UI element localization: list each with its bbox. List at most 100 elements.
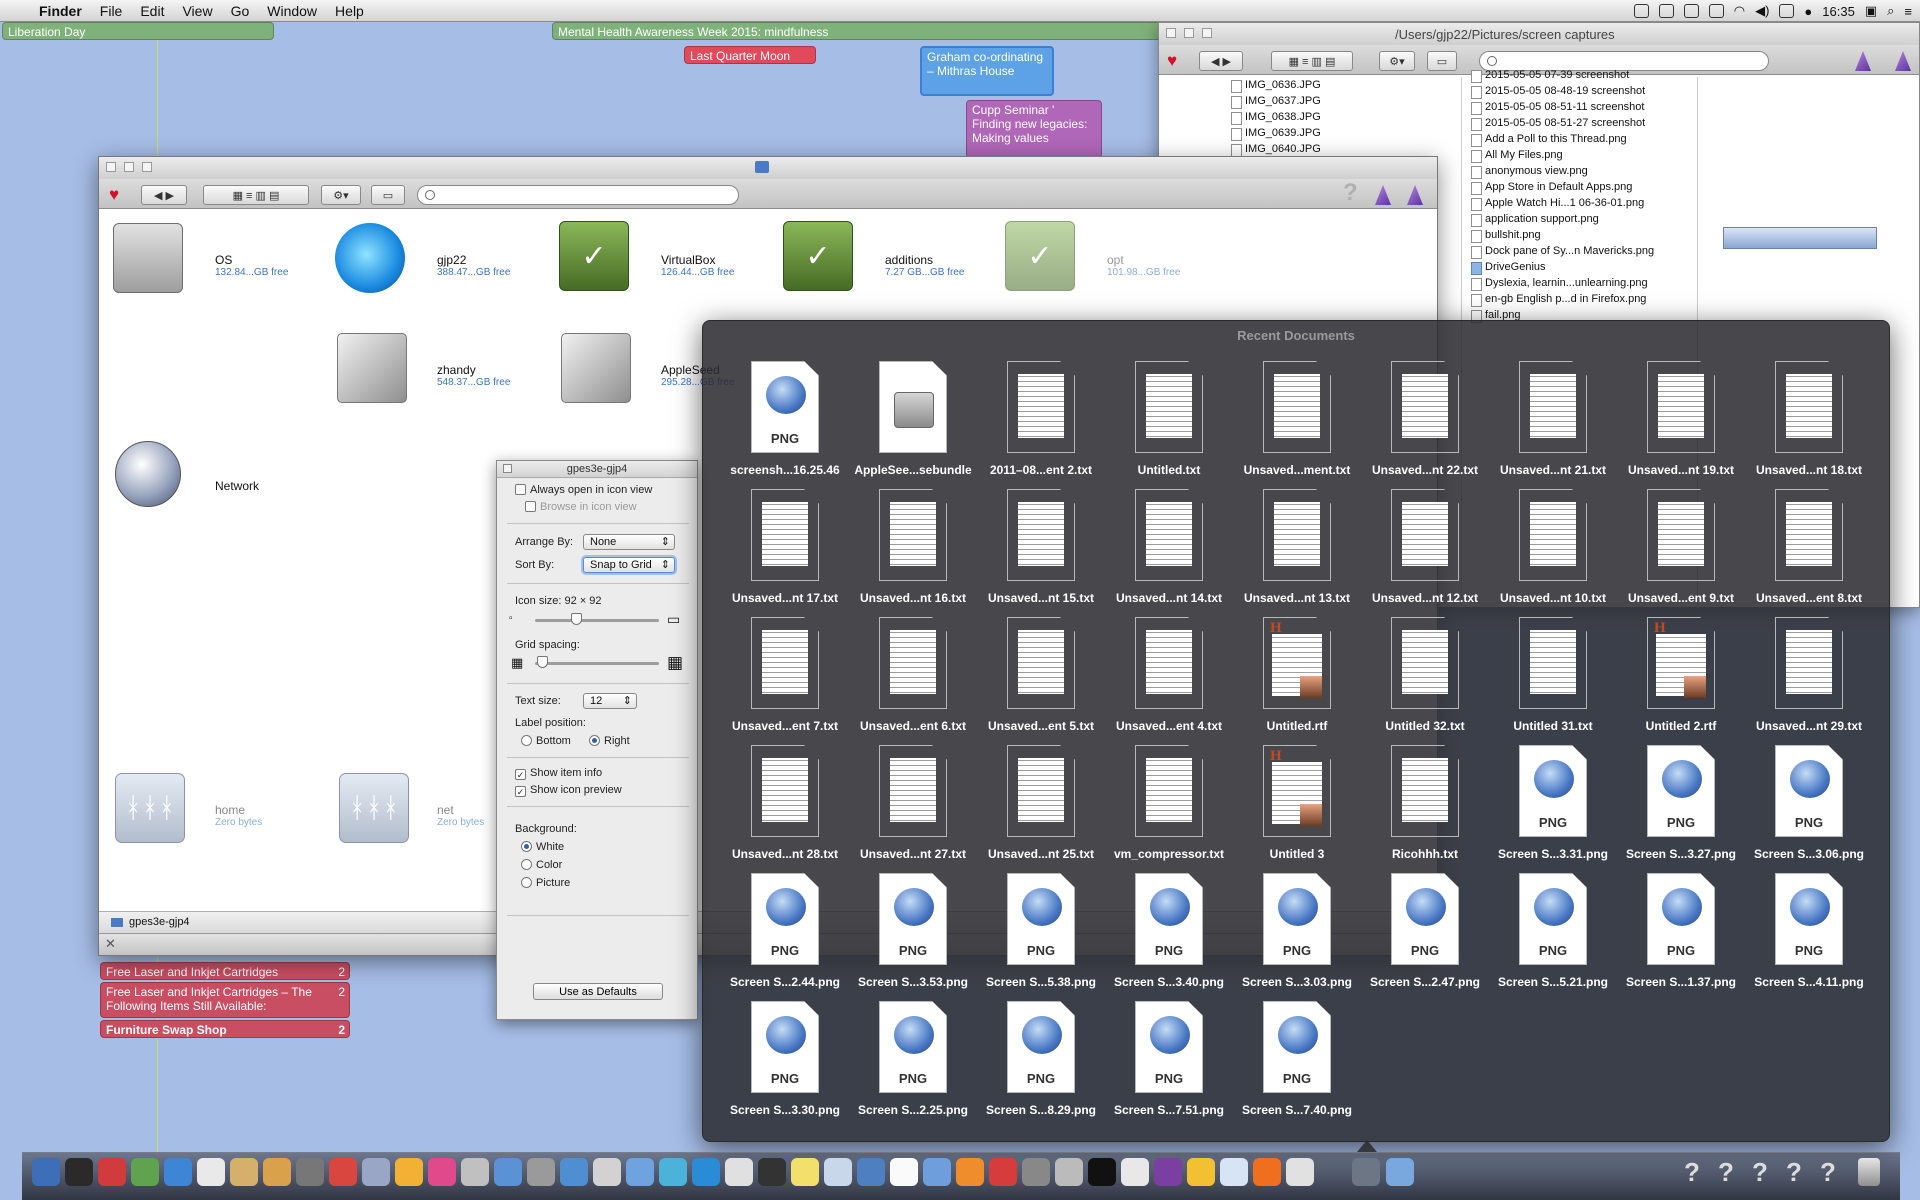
back-forward-buttons[interactable]: ◀ ▶ — [141, 185, 187, 205]
slider-knob[interactable] — [571, 613, 583, 625]
list-item[interactable]: 2015-05-05 08-48-19 screenshot — [1469, 83, 1701, 99]
show-icon-preview-checkbox[interactable]: ✓ Show icon preview — [515, 784, 622, 797]
list-item[interactable]: Add a Poll to this Thread.png — [1469, 131, 1701, 147]
calendar-event[interactable]: Liberation Day — [2, 22, 274, 40]
sort-by-select[interactable]: Snap to Grid ⇕ — [583, 557, 675, 573]
zoom-button[interactable] — [142, 162, 152, 172]
recent-document[interactable]: Unsaved...ent 8.txt — [1735, 489, 1863, 617]
list-item[interactable]: App Store in Default Apps.png — [1469, 179, 1701, 195]
tray-icon[interactable] — [1683, 4, 1699, 18]
dock-app-icon[interactable] — [1121, 1158, 1149, 1186]
heart-icon[interactable]: ♥ — [1167, 51, 1177, 71]
recent-document[interactable]: Unsaved...nt 19.txt — [1607, 361, 1735, 489]
event-list-item[interactable]: Furniture Swap Shop 2 — [100, 1020, 350, 1038]
lock-icon[interactable]: ▣ — [1865, 3, 1877, 19]
dock-app-icon[interactable] — [791, 1158, 819, 1186]
close-button[interactable] — [106, 162, 116, 172]
dock-app-icon[interactable] — [956, 1158, 984, 1186]
text-size-select[interactable]: 12 ⇕ — [583, 693, 637, 709]
witch-icon[interactable] — [1407, 185, 1423, 205]
volume-icon-os[interactable] — [113, 223, 183, 293]
dock-app-icon[interactable] — [527, 1158, 555, 1186]
tray-icon[interactable] — [1708, 4, 1724, 18]
recent-document[interactable]: PNG Screen S...3.06.png — [1735, 745, 1864, 873]
dock-app-icon[interactable] — [1154, 1158, 1182, 1186]
icon-size-slider[interactable] — [535, 619, 659, 622]
list-item[interactable]: IMG_0638.JPG — [1229, 109, 1321, 125]
question-icon[interactable]: ? — [1712, 1158, 1740, 1186]
recent-document[interactable]: PNG Screen S...2.25.png — [839, 1001, 968, 1129]
minimize-button[interactable] — [1184, 28, 1194, 38]
recent-document[interactable]: H Untitled 2.rtf — [1607, 617, 1735, 745]
slider-knob[interactable] — [537, 656, 549, 668]
checkbox[interactable]: ✓ — [515, 786, 526, 797]
dock-app-icon[interactable] — [560, 1158, 588, 1186]
dock-app-icon[interactable] — [989, 1158, 1017, 1186]
checkbox[interactable] — [525, 501, 536, 512]
recent-document[interactable]: Unsaved...nt 15.txt — [967, 489, 1095, 617]
volume-icon-appleseed[interactable] — [561, 333, 631, 403]
question-icon[interactable]: ? — [1746, 1158, 1774, 1186]
list-item[interactable]: en-gb English p...d in Firefox.png — [1469, 291, 1701, 307]
volume-icon-opt[interactable]: ✓ — [1005, 221, 1075, 291]
recent-document[interactable]: Unsaved...ent 9.txt — [1607, 489, 1735, 617]
dock-app-icon[interactable] — [626, 1158, 654, 1186]
dock-app-icon[interactable] — [164, 1158, 192, 1186]
network-icon[interactable] — [115, 441, 181, 507]
witch-icon[interactable] — [1375, 185, 1391, 205]
close-button[interactable] — [1166, 28, 1176, 38]
calendar-event[interactable]: Last Quarter Moon — [684, 46, 816, 64]
checkbox[interactable]: ✓ — [515, 769, 526, 780]
recent-document[interactable]: AppleSee...sebundle — [839, 361, 972, 489]
volume-icon-additions[interactable]: ✓ — [783, 221, 853, 291]
menu-edit[interactable]: Edit — [131, 0, 173, 22]
volume-icon-zhandy[interactable] — [337, 333, 407, 403]
recent-document[interactable]: 2011–08...ent 2.txt — [967, 361, 1095, 489]
background-picture-radio[interactable]: Picture — [521, 877, 570, 889]
recent-document[interactable]: vm_compressor.txt — [1095, 745, 1224, 873]
recent-document[interactable]: PNG Screen S...3.40.png — [1095, 873, 1224, 1001]
window-titlebar[interactable]: /Users/gjp22/Pictures/screen captures — [1159, 23, 1919, 45]
volume-icon[interactable]: ◀) — [1755, 3, 1769, 19]
recent-document[interactable]: Unsaved...nt 27.txt — [839, 745, 967, 873]
label-button[interactable]: ▭ — [371, 185, 405, 205]
use-as-defaults-button[interactable]: Use as Defaults — [533, 983, 663, 1000]
dock-app-icon[interactable] — [296, 1158, 324, 1186]
user-icon[interactable]: ● — [1804, 4, 1812, 19]
preview-thumbnail[interactable] — [1723, 227, 1877, 249]
list-item[interactable]: Apple Watch Hi...1 06-36-01.png — [1469, 195, 1701, 211]
dock-app-icon[interactable] — [197, 1158, 225, 1186]
list-item[interactable]: bullshit.png — [1469, 227, 1701, 243]
list-item[interactable]: IMG_0637.JPG — [1229, 93, 1321, 109]
recent-document[interactable]: Unsaved...ent 7.txt — [711, 617, 839, 745]
recent-document[interactable]: Unsaved...nt 12.txt — [1351, 489, 1479, 617]
view-mode-buttons[interactable]: ▦ ≡ ▥ ▤ — [1271, 51, 1353, 71]
dock-app-icon[interactable] — [1220, 1158, 1248, 1186]
spotlight-search-icon[interactable]: ⌕ — [1887, 3, 1894, 19]
window-titlebar[interactable] — [99, 157, 1437, 179]
question-icon[interactable]: ? — [1814, 1158, 1842, 1186]
recent-document[interactable]: Unsaved...ent 4.txt — [1095, 617, 1223, 745]
dock-app-icon[interactable] — [98, 1158, 126, 1186]
wifi-icon[interactable]: ◠ — [1734, 3, 1745, 19]
list-item[interactable]: application support.png — [1469, 211, 1701, 227]
battery-icon[interactable] — [1779, 4, 1795, 18]
dock-app-icon[interactable] — [659, 1158, 687, 1186]
radio[interactable] — [521, 735, 532, 746]
list-item[interactable]: 2015-05-05 08-51-11 screenshot — [1469, 99, 1701, 115]
list-item[interactable]: Dyslexia, learnin...unlearning.png — [1469, 275, 1701, 291]
show-item-info-checkbox[interactable]: ✓ Show item info — [515, 767, 602, 780]
dock-app-icon[interactable] — [1088, 1158, 1116, 1186]
dock-app-icon[interactable] — [494, 1158, 522, 1186]
close-button[interactable] — [503, 464, 512, 473]
list-item[interactable]: DriveGenius — [1469, 259, 1701, 275]
gear-icon[interactable]: ⚙▾ — [321, 185, 361, 205]
event-list-item[interactable]: Free Laser and Inkjet Cartridges – The F… — [100, 982, 350, 1018]
recent-document[interactable]: Untitled 31.txt — [1479, 617, 1607, 745]
dock-app-icon[interactable] — [1055, 1158, 1083, 1186]
recent-document[interactable]: PNG Screen S...3.53.png — [839, 873, 968, 1001]
recent-document[interactable]: Untitled.txt — [1095, 361, 1223, 489]
tray-icon[interactable] — [1633, 4, 1649, 18]
recent-document[interactable]: Unsaved...nt 21.txt — [1479, 361, 1607, 489]
menu-finder[interactable]: Finder — [30, 0, 91, 22]
